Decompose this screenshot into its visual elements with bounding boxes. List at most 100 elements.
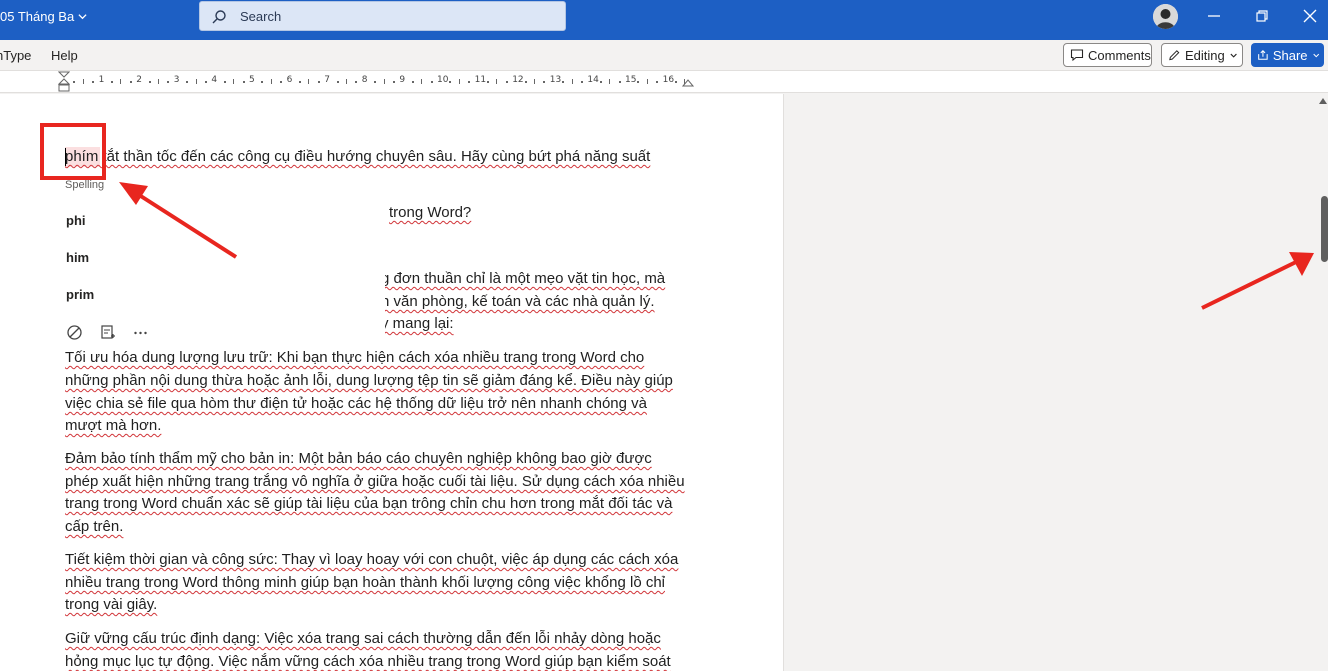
more-options-icon[interactable] (132, 324, 149, 341)
ruler-tick (675, 81, 677, 83)
add-to-dictionary-icon[interactable] (99, 324, 116, 341)
ruler-tick (346, 79, 347, 84)
close-icon[interactable] (1300, 6, 1320, 26)
ruler-tick (534, 79, 535, 84)
vertical-scrollbar[interactable] (1316, 94, 1328, 671)
document-title-button[interactable]: 05 Tháng Ba (0, 9, 87, 24)
ruler-tick (317, 81, 320, 83)
ruler-number: 5 (249, 75, 255, 85)
ruler-number: 13 (549, 75, 562, 85)
ruler-tick (120, 79, 122, 84)
search-placeholder: Search (240, 9, 282, 24)
ruler-tick (543, 81, 546, 83)
spelling-suggestions-flyout (55, 170, 385, 346)
restore-icon[interactable] (1252, 6, 1272, 26)
ruler-tick (393, 81, 395, 83)
ruler-tick (524, 81, 527, 83)
minimize-icon[interactable] (1204, 6, 1224, 26)
ruler-number: 1 (98, 75, 105, 85)
ruler-tick (270, 79, 272, 84)
ruler-tick (82, 79, 84, 84)
doc-line[interactable]: Tối ưu hóa dung lượng lưu trữ: Khi bạn t… (65, 349, 644, 366)
ruler-tick (487, 81, 489, 83)
pencil-icon (1169, 50, 1180, 61)
ruler-tick (92, 81, 95, 83)
menu-item-help[interactable]: Help (51, 48, 78, 63)
ruler-track: 1 2 3 4 5 6 7 8 9 10 11 12 13 14 15 16 (0, 71, 700, 93)
ruler-number: 2 (136, 75, 142, 85)
search-input[interactable]: Search (199, 1, 566, 31)
ruler-tick (571, 79, 573, 84)
doc-line[interactable]: việc chia sẻ file qua hòm thư điện tử ho… (65, 395, 647, 412)
ruler-tick (233, 79, 235, 84)
doc-line[interactable]: phép xuất hiện những trang trắng vô nghĩ… (65, 473, 685, 490)
ruler-tick (609, 79, 611, 84)
doc-line[interactable]: mượt mà hơn. (65, 417, 161, 434)
doc-line[interactable]: Đảm bảo tính thẩm mỹ cho bản in: Một bản… (65, 450, 652, 467)
spelling-header: Spelling (65, 179, 105, 191)
comments-label: Comments (1088, 47, 1151, 63)
horizontal-ruler[interactable]: 1 2 3 4 5 6 7 8 9 10 11 12 13 14 15 16 (0, 71, 1328, 93)
suggestion-him[interactable]: him (66, 250, 89, 265)
ruler-tick (158, 79, 159, 84)
ruler-tick (195, 79, 197, 84)
menu-item-mathtype[interactable]: nType (0, 48, 31, 63)
ruler-tick (299, 81, 301, 83)
doc-line[interactable]: trong Word? (389, 204, 471, 221)
editing-label: Editing (1184, 47, 1225, 63)
share-button[interactable]: Share (1251, 43, 1324, 67)
ruler-number: 9 (399, 75, 406, 85)
ruler-tick (186, 81, 189, 83)
doc-line[interactable]: n văn phòng, kế toán và các nhà quản lý. (381, 293, 655, 310)
doc-line[interactable]: Giữ vững cấu trúc định dạng: Việc xóa tr… (65, 630, 661, 647)
doc-line[interactable]: cấp trên. (65, 518, 123, 535)
ruler-tick (618, 81, 621, 83)
suggestion-prim[interactable]: prim (66, 287, 94, 302)
scroll-up-arrow-icon[interactable] (1319, 98, 1327, 104)
ruler-tick (205, 81, 207, 83)
doc-line[interactable]: trang trong Word chuẩn xác sẽ giúp tài l… (65, 495, 672, 512)
title-bar: 05 Tháng Ba Search (0, 0, 1328, 40)
ruler-tick (421, 79, 423, 84)
ruler-tick (308, 79, 310, 84)
share-icon (1258, 50, 1268, 60)
ruler-tick (73, 81, 76, 83)
ruler-tick (449, 81, 452, 83)
ruler-number: 7 (324, 75, 330, 85)
share-label: Share (1272, 47, 1308, 63)
doc-line[interactable]: nhiều trang trong Word thông minh giúp b… (65, 574, 665, 591)
doc-line[interactable]: trong vài giây. (65, 596, 157, 613)
ruler-tick (468, 81, 471, 83)
ruler-number: 8 (361, 75, 368, 85)
ruler-number: 10 (437, 75, 449, 85)
ruler-tick (637, 81, 640, 83)
doc-line[interactable]: y mang lại: (381, 315, 454, 332)
editing-mode-button[interactable]: Editing (1161, 43, 1243, 67)
ruler-tick (280, 81, 283, 83)
avatar[interactable] (1153, 4, 1178, 29)
doc-line[interactable]: hỏng mục lục tự động. Việc nắm vững cách… (65, 653, 671, 670)
ruler-tick (411, 81, 414, 83)
suggestion-phi[interactable]: phi (66, 213, 86, 228)
ruler-tick (223, 81, 226, 83)
scrollbar-thumb[interactable] (1321, 196, 1328, 262)
ruler-tick (167, 81, 170, 83)
document-title: 05 Tháng Ba (0, 9, 75, 24)
ruler-number: 3 (173, 75, 180, 85)
doc-line[interactable]: Tiết kiệm thời gian và công sức: Thay vì… (65, 551, 678, 568)
ruler-tick (261, 81, 264, 83)
ignore-icon[interactable] (66, 324, 83, 341)
doc-line[interactable]: những phần nội dung thừa hoặc ảnh lỗi, d… (65, 372, 673, 389)
menu-bar: nType Help Comments Editing Share (0, 40, 1328, 71)
ruler-tick (148, 81, 151, 83)
right-indent-marker-icon[interactable] (682, 77, 694, 87)
doc-line[interactable]: g đơn thuần chỉ là một mẹo vặt tin học, … (381, 270, 665, 287)
indent-marker-icon[interactable] (58, 71, 70, 93)
ruler-number: 11 (474, 75, 487, 85)
ruler-number: 4 (211, 75, 218, 85)
comments-button[interactable]: Comments (1063, 43, 1152, 67)
ruler-tick (505, 81, 508, 83)
chevron-down-icon (1312, 53, 1319, 58)
word-window: 05 Tháng Ba Search nType Help Comments E… (0, 0, 1328, 671)
doc-line[interactable]: phím tắt thần tốc đến các công cụ điều h… (65, 148, 650, 165)
